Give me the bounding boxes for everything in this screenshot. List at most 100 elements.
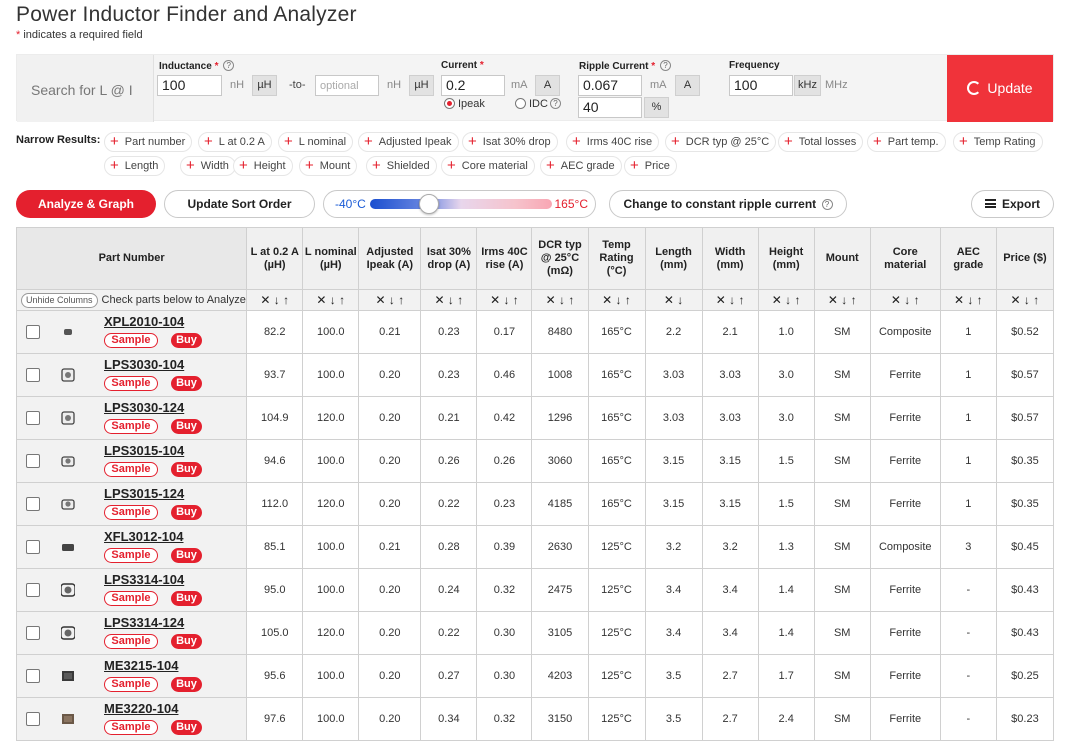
- update-sort-order-button[interactable]: Update Sort Order: [164, 190, 315, 218]
- column-header[interactable]: Core material: [869, 227, 941, 290]
- column-header[interactable]: Height (mm): [757, 227, 815, 290]
- filter-chip[interactable]: + L nominal: [278, 132, 354, 152]
- frequency-input[interactable]: 100: [729, 75, 793, 96]
- sample-button[interactable]: Sample: [104, 591, 158, 606]
- buy-button[interactable]: Buy: [171, 677, 202, 692]
- part-number-link[interactable]: LPS3030-104: [104, 357, 184, 372]
- sample-button[interactable]: Sample: [104, 419, 158, 434]
- sample-button[interactable]: Sample: [104, 376, 158, 391]
- sort-controls[interactable]: ✕ ↓ ↑: [757, 289, 815, 311]
- sort-controls[interactable]: ✕ ↓ ↑: [587, 289, 646, 311]
- sample-button[interactable]: Sample: [104, 505, 158, 520]
- column-header[interactable]: L nominal (µH): [302, 227, 360, 290]
- part-number-link[interactable]: LPS3314-104: [104, 572, 184, 587]
- part-number-link[interactable]: LPS3314-124: [104, 615, 184, 630]
- part-number-link[interactable]: LPS3030-124: [104, 400, 184, 415]
- frequency-khz-button[interactable]: kHz: [794, 75, 821, 96]
- inductance-nh-unit[interactable]: nH: [230, 79, 244, 91]
- inductance-max-input[interactable]: optional: [315, 75, 379, 96]
- filter-chip[interactable]: + L at 0.2 A: [198, 132, 272, 152]
- ripple-ma-unit[interactable]: mA: [650, 79, 667, 91]
- sort-controls[interactable]: ✕ ↓ ↑: [358, 289, 422, 311]
- export-button[interactable]: Export: [971, 190, 1054, 218]
- row-checkbox[interactable]: [26, 454, 40, 468]
- sample-button[interactable]: Sample: [104, 462, 158, 477]
- unhide-columns-button[interactable]: Unhide Columns: [21, 292, 98, 308]
- filter-chip[interactable]: + Part number: [104, 132, 193, 152]
- sort-controls[interactable]: ✕ ↓ ↑: [302, 289, 360, 311]
- buy-button[interactable]: Buy: [171, 333, 202, 348]
- ripple-current-input[interactable]: 0.067: [578, 75, 642, 96]
- sample-button[interactable]: Sample: [104, 677, 158, 692]
- filter-chip[interactable]: + Isat 30% drop: [462, 132, 558, 152]
- frequency-mhz-unit[interactable]: MHz: [825, 79, 848, 91]
- buy-button[interactable]: Buy: [171, 505, 202, 520]
- part-number-link[interactable]: XFL3012-104: [104, 529, 184, 544]
- filter-chip[interactable]: + Part temp.: [867, 132, 946, 152]
- column-header[interactable]: Width (mm): [701, 227, 759, 290]
- buy-button[interactable]: Buy: [171, 720, 202, 735]
- column-header[interactable]: Isat 30% drop (A): [420, 227, 478, 290]
- inductance-max-uh-button[interactable]: µH: [409, 75, 434, 96]
- column-header[interactable]: Temp Rating (°C): [587, 227, 646, 290]
- search-l-at-i-input[interactable]: Search for L @ I: [17, 55, 154, 122]
- help-icon[interactable]: ?: [223, 60, 235, 71]
- help-icon[interactable]: ?: [549, 98, 561, 109]
- filter-chip[interactable]: + DCR typ @ 25°C: [665, 132, 777, 152]
- buy-button[interactable]: Buy: [171, 634, 202, 649]
- part-number-link[interactable]: LPS3015-124: [104, 486, 184, 501]
- row-checkbox[interactable]: [26, 497, 40, 511]
- filter-chip[interactable]: + Temp Rating: [953, 132, 1043, 152]
- column-header[interactable]: Adjusted Ipeak (A): [358, 227, 422, 290]
- filter-chip[interactable]: + Irms 40C rise: [566, 132, 660, 152]
- filter-chip[interactable]: + Price: [624, 156, 677, 176]
- current-ma-unit[interactable]: mA: [511, 79, 528, 91]
- filter-chip[interactable]: + AEC grade: [540, 156, 622, 176]
- buy-button[interactable]: Buy: [171, 376, 202, 391]
- row-checkbox[interactable]: [26, 669, 40, 683]
- row-checkbox[interactable]: [26, 325, 40, 339]
- inductance-input[interactable]: 100: [157, 75, 222, 96]
- radio-ipeak[interactable]: Ipeak: [444, 98, 485, 110]
- column-header[interactable]: Irms 40C rise (A): [476, 227, 533, 290]
- sort-controls[interactable]: ✕ ↓ ↑: [995, 289, 1055, 311]
- buy-button[interactable]: Buy: [171, 591, 202, 606]
- column-header[interactable]: AEC grade: [939, 227, 997, 290]
- buy-button[interactable]: Buy: [171, 462, 202, 477]
- row-checkbox[interactable]: [26, 411, 40, 425]
- sort-controls[interactable]: ✕ ↓ ↑: [531, 289, 589, 311]
- sample-button[interactable]: Sample: [104, 333, 158, 348]
- part-number-link[interactable]: LPS3015-104: [104, 443, 184, 458]
- help-icon[interactable]: ?: [659, 60, 671, 71]
- update-button[interactable]: Update: [947, 55, 1053, 122]
- row-checkbox[interactable]: [26, 712, 40, 726]
- filter-chip[interactable]: + Mount: [299, 156, 358, 176]
- sort-controls[interactable]: ✕ ↓ ↑: [476, 289, 533, 311]
- row-checkbox[interactable]: [26, 540, 40, 554]
- column-header[interactable]: Length (mm): [644, 227, 703, 290]
- sample-button[interactable]: Sample: [104, 720, 158, 735]
- part-number-link[interactable]: ME3220-104: [104, 701, 178, 716]
- filter-chip[interactable]: + Total losses: [778, 132, 864, 152]
- sort-controls[interactable]: ✕ ↓ ↑: [246, 289, 304, 311]
- ripple-percent-button[interactable]: %: [644, 97, 669, 118]
- filter-chip[interactable]: + Height: [233, 156, 293, 176]
- part-number-header[interactable]: Part Number: [15, 227, 248, 290]
- buy-button[interactable]: Buy: [171, 419, 202, 434]
- sort-controls[interactable]: ✕ ↓: [644, 289, 703, 311]
- constant-ripple-button[interactable]: Change to constant ripple current ?: [609, 190, 847, 218]
- column-header[interactable]: DCR typ @ 25°C (mΩ): [531, 227, 589, 290]
- part-number-link[interactable]: ME3215-104: [104, 658, 178, 673]
- row-checkbox[interactable]: [26, 626, 40, 640]
- column-header[interactable]: Mount: [813, 227, 871, 290]
- ripple-a-button[interactable]: A: [675, 75, 700, 96]
- current-input[interactable]: 0.2: [441, 75, 505, 96]
- sample-button[interactable]: Sample: [104, 634, 158, 649]
- filter-chip[interactable]: + Length: [104, 156, 166, 176]
- radio-idc[interactable]: IDC?: [515, 98, 561, 110]
- sort-controls[interactable]: ✕ ↓ ↑: [939, 289, 997, 311]
- filter-chip[interactable]: + Adjusted Ipeak: [358, 132, 459, 152]
- sample-button[interactable]: Sample: [104, 548, 158, 563]
- sort-controls[interactable]: ✕ ↓ ↑: [701, 289, 759, 311]
- temp-slider-handle[interactable]: [419, 194, 439, 214]
